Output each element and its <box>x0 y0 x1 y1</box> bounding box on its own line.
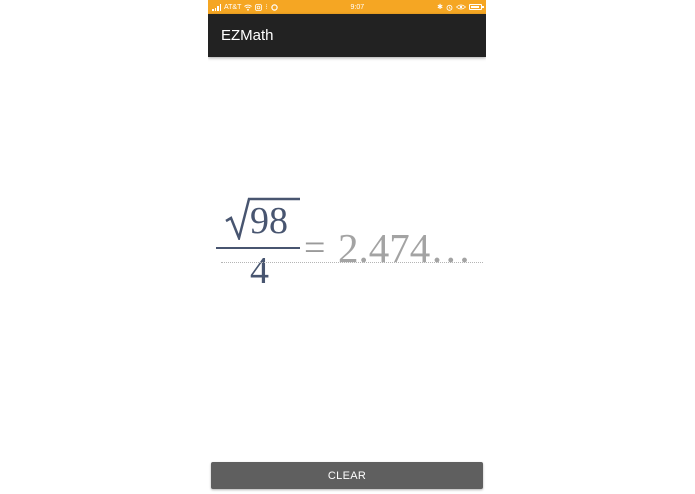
denominator: 4 <box>250 250 269 292</box>
notification-icon: ⁝ <box>265 3 268 11</box>
math-display[interactable]: 98 4 = 2.474… <box>208 190 486 300</box>
app-bar: EZMath <box>208 14 486 57</box>
equals-sign: = <box>304 227 326 269</box>
instagram-icon <box>255 3 263 11</box>
carrier-label: AT&T <box>224 3 242 11</box>
status-bar-left: AT&T ⁝ <box>212 3 278 11</box>
fraction: 98 4 <box>216 190 302 292</box>
status-bar-right: ✱ <box>437 3 484 11</box>
clear-button[interactable]: CLEAR <box>211 462 483 489</box>
signal-icon <box>212 3 221 11</box>
battery-icon <box>468 4 484 10</box>
app-title: EZMath <box>221 27 274 44</box>
status-time: 9:07 <box>350 3 365 11</box>
wifi-icon <box>244 4 253 11</box>
status-bar: AT&T ⁝ 9:07 ✱ <box>208 0 486 14</box>
eye-icon <box>455 4 466 10</box>
square-root: 98 <box>224 196 300 242</box>
phone-screen: AT&T ⁝ 9:07 ✱ EZMath 98 4 = 2.474… CLEAR <box>208 0 486 494</box>
result-value: 2.474… <box>338 225 472 271</box>
fraction-bar <box>216 247 300 249</box>
bluetooth-icon: ✱ <box>437 3 443 11</box>
alarm-icon <box>446 4 453 11</box>
sync-icon <box>270 3 278 11</box>
radicand: 98 <box>250 200 288 242</box>
